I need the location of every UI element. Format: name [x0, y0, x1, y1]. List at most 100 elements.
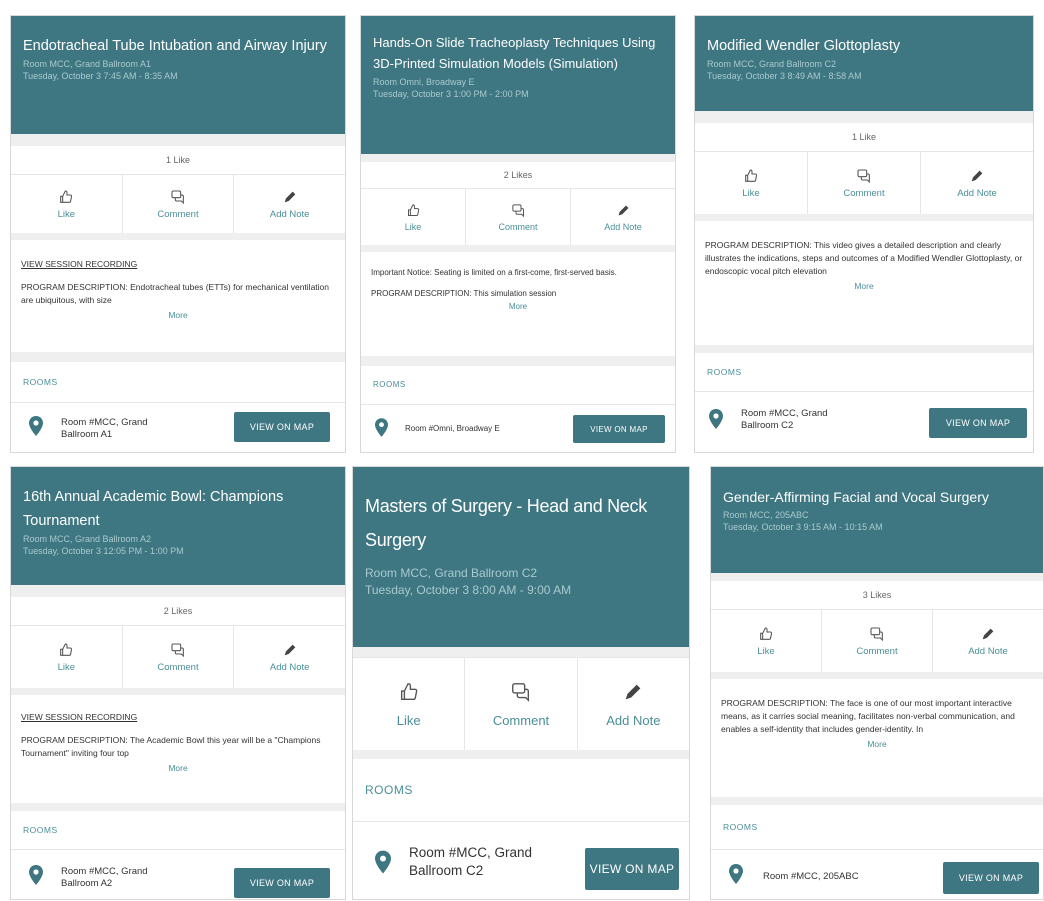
view-recording-link[interactable]: VIEW SESSION RECORDING	[21, 711, 137, 724]
comment-button[interactable]: Comment	[466, 189, 571, 245]
session-header: Endotracheal Tube Intubation and Airway …	[11, 16, 345, 134]
session-description: PROGRAM DESCRIPTION: The face is one of …	[711, 679, 1043, 797]
session-time: Tuesday, October 3 7:45 AM - 8:35 AM	[23, 71, 178, 81]
more-link[interactable]: More	[21, 309, 335, 322]
program-description: PROGRAM DESCRIPTION: This simulation ses…	[371, 289, 557, 298]
session-title: Hands-On Slide Tracheoplasty Techniques …	[373, 35, 656, 71]
rooms-heading: ROOMS	[361, 366, 675, 404]
view-on-map-button[interactable]: VIEW ON MAP	[234, 412, 330, 442]
add-note-label: Add Note	[269, 661, 310, 673]
action-bar: Like Comment Add Note	[361, 188, 675, 245]
comment-button[interactable]: Comment	[123, 626, 235, 688]
important-notice: Important Notice: Seating is limited on …	[371, 268, 617, 277]
session-header: Gender-Affirming Facial and Vocal Surger…	[711, 467, 1043, 573]
room-row: Room #MCC, Grand Ballroom C2 VIEW ON MAP	[353, 821, 689, 899]
like-label: Like	[404, 221, 422, 232]
session-card-3[interactable]: Modified Wendler Glottoplasty Room MCC, …	[694, 15, 1034, 453]
session-description: VIEW SESSION RECORDING PROGRAM DESCRIPTI…	[11, 695, 345, 803]
pencil-icon	[284, 191, 296, 202]
map-pin-icon	[375, 850, 391, 874]
like-count: 2 Likes	[361, 162, 675, 188]
room-name: Room #MCC, 205ABC	[763, 871, 859, 882]
view-recording-link[interactable]: VIEW SESSION RECORDING	[21, 258, 137, 271]
like-button[interactable]: Like	[361, 189, 466, 245]
action-bar: Like Comment Add Note	[11, 174, 345, 233]
map-pin-icon	[29, 416, 43, 436]
thumbs-up-icon	[745, 168, 758, 182]
add-note-button[interactable]: Add Note	[234, 626, 345, 688]
comment-button[interactable]: Comment	[465, 658, 578, 750]
session-description: Important Notice: Seating is limited on …	[361, 252, 675, 356]
program-description: PROGRAM DESCRIPTION: The face is one of …	[721, 698, 1015, 734]
session-header: 16th Annual Academic Bowl: Champions Tou…	[11, 467, 345, 585]
comment-icon	[171, 642, 184, 657]
session-title: Modified Wendler Glottoplasty	[707, 38, 901, 54]
like-count: 2 Likes	[11, 597, 345, 625]
room-name: Room #MCC, Grand Ballroom C2	[409, 845, 533, 878]
more-link[interactable]: More	[705, 280, 1023, 293]
session-title: 16th Annual Academic Bowl: Champions Tou…	[23, 489, 284, 529]
add-note-button[interactable]: Add Note	[234, 175, 345, 233]
view-on-map-button[interactable]: VIEW ON MAP	[234, 868, 330, 898]
more-link[interactable]: More	[371, 300, 665, 313]
add-note-button[interactable]: Add Note	[921, 152, 1033, 214]
add-note-button[interactable]: Add Note	[571, 189, 675, 245]
room-row: Room #MCC, 205ABC VIEW ON MAP	[711, 849, 1043, 899]
session-room: Room MCC, 205ABC	[723, 510, 809, 520]
rooms-heading: ROOMS	[11, 811, 345, 849]
add-note-label: Add Note	[269, 208, 310, 220]
session-card-6[interactable]: Gender-Affirming Facial and Vocal Surger…	[710, 466, 1044, 900]
session-card-1[interactable]: Endotracheal Tube Intubation and Airway …	[10, 15, 346, 453]
session-time: Tuesday, October 3 8:00 AM - 9:00 AM	[365, 583, 572, 597]
add-note-button[interactable]: Add Note	[933, 610, 1043, 672]
session-card-4[interactable]: 16th Annual Academic Bowl: Champions Tou…	[10, 466, 346, 900]
thumbs-up-icon	[760, 626, 773, 640]
room-row: Room #MCC, Grand Ballroom A2 VIEW ON MAP	[11, 849, 345, 899]
pencil-icon	[284, 644, 296, 655]
session-time: Tuesday, October 3 9:15 AM - 10:15 AM	[723, 522, 883, 532]
rooms-heading: ROOMS	[353, 759, 689, 821]
session-header: Modified Wendler Glottoplasty Room MCC, …	[695, 16, 1033, 111]
view-on-map-button[interactable]: VIEW ON MAP	[929, 408, 1027, 438]
comment-button[interactable]: Comment	[123, 175, 235, 233]
more-link[interactable]: More	[721, 738, 1033, 751]
session-card-5[interactable]: Masters of Surgery - Head and Neck Surge…	[352, 466, 690, 900]
like-button[interactable]: Like	[11, 175, 123, 233]
map-pin-icon	[375, 418, 388, 437]
session-title: Endotracheal Tube Intubation and Airway …	[23, 38, 327, 54]
add-note-label: Add Note	[957, 187, 997, 199]
session-card-2[interactable]: Hands-On Slide Tracheoplasty Techniques …	[360, 15, 676, 453]
like-button[interactable]: Like	[11, 626, 123, 688]
room-row: Room #MCC, Grand Ballroom C2 VIEW ON MAP	[695, 391, 1033, 452]
rooms-heading: ROOMS	[695, 353, 1033, 391]
action-bar: Like Comment Add Note	[711, 609, 1043, 672]
like-button[interactable]: Like	[353, 658, 466, 750]
comment-button[interactable]: Comment	[822, 610, 933, 672]
view-on-map-button[interactable]: VIEW ON MAP	[573, 415, 665, 443]
comment-icon	[511, 203, 524, 217]
view-on-map-button[interactable]: VIEW ON MAP	[943, 862, 1039, 894]
session-title: Masters of Surgery - Head and Neck Surge…	[365, 496, 647, 550]
like-button[interactable]: Like	[711, 610, 822, 672]
session-room: Room MCC, Grand Ballroom A2	[23, 534, 152, 544]
program-description: PROGRAM DESCRIPTION: Endotracheal tubes …	[21, 282, 329, 305]
room-name: Room #MCC, Grand Ballroom C2	[741, 408, 828, 431]
add-note-button[interactable]: Add Note	[578, 658, 689, 750]
program-description: PROGRAM DESCRIPTION: This video gives a …	[705, 240, 1023, 276]
program-description: PROGRAM DESCRIPTION: The Academic Bowl t…	[21, 735, 321, 758]
like-label: Like	[757, 645, 775, 657]
more-link[interactable]: More	[21, 762, 335, 775]
view-on-map-button[interactable]: VIEW ON MAP	[585, 848, 679, 890]
comment-label: Comment	[492, 712, 550, 728]
like-count: 3 Likes	[711, 581, 1043, 609]
comment-label: Comment	[856, 645, 898, 657]
like-label: Like	[57, 661, 76, 673]
like-label: Like	[396, 712, 421, 728]
thumbs-up-icon	[60, 642, 73, 656]
session-room: Room MCC, Grand Ballroom C2	[707, 59, 837, 69]
pencil-icon	[971, 170, 983, 181]
room-name: Room #MCC, Grand Ballroom A2	[61, 866, 148, 889]
like-button[interactable]: Like	[695, 152, 808, 214]
like-count: 1 Like	[695, 123, 1033, 151]
comment-button[interactable]: Comment	[808, 152, 921, 214]
